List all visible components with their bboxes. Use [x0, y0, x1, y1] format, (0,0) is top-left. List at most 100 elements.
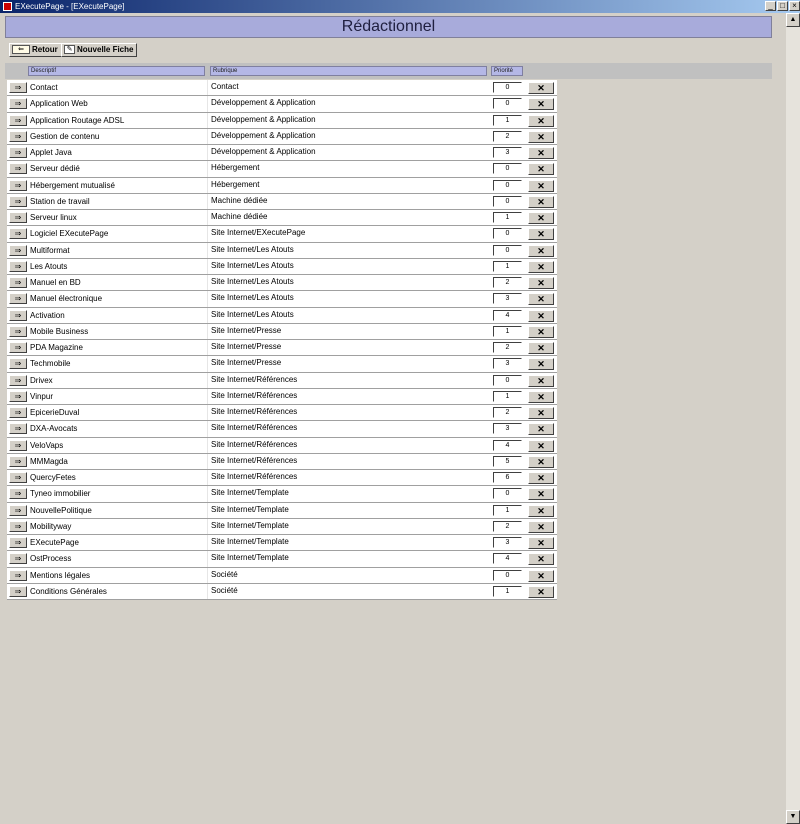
edit-arrow-icon[interactable]: ⇒ [9, 195, 27, 207]
delete-x-icon[interactable]: ✕ [528, 520, 554, 533]
scroll-down-icon[interactable]: ▼ [786, 810, 800, 824]
priorite-field[interactable]: 0 [493, 98, 522, 110]
edit-arrow-icon[interactable]: ⇒ [9, 537, 27, 548]
edit-arrow-icon[interactable]: ⇒ [9, 244, 27, 256]
priorite-field[interactable]: 1 [493, 260, 522, 272]
priorite-field[interactable]: 3 [493, 537, 522, 548]
delete-x-icon[interactable]: ✕ [528, 309, 554, 322]
delete-x-icon[interactable]: ✕ [528, 179, 554, 192]
edit-arrow-icon[interactable]: ⇒ [9, 82, 27, 93]
priorite-field[interactable]: 4 [493, 553, 522, 565]
retour-button[interactable]: ⇐ Retour [9, 43, 62, 57]
delete-x-icon[interactable]: ✕ [528, 195, 554, 208]
priorite-field[interactable]: 0 [493, 228, 522, 240]
scroll-up-icon[interactable]: ▲ [786, 13, 800, 27]
priorite-field[interactable]: 0 [493, 163, 522, 175]
edit-arrow-icon[interactable]: ⇒ [9, 488, 27, 500]
edit-arrow-icon[interactable]: ⇒ [9, 228, 27, 240]
priorite-field[interactable]: 2 [493, 520, 522, 532]
delete-x-icon[interactable]: ✕ [528, 537, 554, 549]
edit-arrow-icon[interactable]: ⇒ [9, 130, 27, 142]
edit-arrow-icon[interactable]: ⇒ [9, 423, 27, 435]
priorite-field[interactable]: 2 [493, 277, 522, 288]
priorite-field[interactable]: 1 [493, 212, 522, 223]
delete-x-icon[interactable]: ✕ [528, 163, 554, 176]
edit-arrow-icon[interactable]: ⇒ [9, 260, 27, 272]
edit-arrow-icon[interactable]: ⇒ [9, 358, 27, 370]
edit-arrow-icon[interactable]: ⇒ [9, 520, 27, 532]
priorite-field[interactable]: 4 [493, 309, 522, 321]
delete-x-icon[interactable]: ✕ [528, 455, 554, 468]
priorite-field[interactable]: 3 [493, 423, 522, 435]
delete-x-icon[interactable]: ✕ [528, 212, 554, 224]
delete-x-icon[interactable]: ✕ [528, 82, 554, 94]
delete-x-icon[interactable]: ✕ [528, 244, 554, 257]
delete-x-icon[interactable]: ✕ [528, 260, 554, 273]
delete-x-icon[interactable]: ✕ [528, 504, 554, 517]
priorite-field[interactable]: 1 [493, 325, 522, 337]
delete-x-icon[interactable]: ✕ [528, 390, 554, 403]
delete-x-icon[interactable]: ✕ [528, 423, 554, 436]
edit-arrow-icon[interactable]: ⇒ [9, 147, 27, 158]
nouvelle-fiche-button[interactable]: ✎ Nouvelle Fiche [61, 43, 138, 57]
priorite-field[interactable]: 0 [493, 82, 522, 93]
edit-arrow-icon[interactable]: ⇒ [9, 504, 27, 516]
priorite-field[interactable]: 0 [493, 488, 522, 500]
priorite-field[interactable]: 3 [493, 147, 522, 158]
priorite-field[interactable]: 0 [493, 179, 522, 191]
priorite-field[interactable]: 4 [493, 439, 522, 451]
edit-arrow-icon[interactable]: ⇒ [9, 407, 27, 418]
priorite-field[interactable]: 3 [493, 358, 522, 370]
priorite-field[interactable]: 3 [493, 293, 522, 305]
delete-x-icon[interactable]: ✕ [528, 277, 554, 289]
priorite-field[interactable]: 0 [493, 244, 522, 256]
delete-x-icon[interactable]: ✕ [528, 407, 554, 419]
priorite-field[interactable]: 1 [493, 390, 522, 402]
priorite-field[interactable]: 0 [493, 195, 522, 207]
edit-arrow-icon[interactable]: ⇒ [9, 325, 27, 337]
priorite-field[interactable]: 5 [493, 455, 522, 467]
delete-x-icon[interactable]: ✕ [528, 439, 554, 452]
priorite-field[interactable]: 0 [493, 569, 522, 581]
priorite-field[interactable]: 1 [493, 504, 522, 516]
priorite-field[interactable]: 0 [493, 374, 522, 386]
priorite-field[interactable]: 2 [493, 342, 522, 353]
edit-arrow-icon[interactable]: ⇒ [9, 553, 27, 565]
column-header-priorite[interactable]: Priorité [491, 66, 523, 76]
edit-arrow-icon[interactable]: ⇒ [9, 293, 27, 305]
delete-x-icon[interactable]: ✕ [528, 98, 554, 111]
edit-arrow-icon[interactable]: ⇒ [9, 390, 27, 402]
edit-arrow-icon[interactable]: ⇒ [9, 277, 27, 288]
delete-x-icon[interactable]: ✕ [528, 585, 554, 598]
delete-x-icon[interactable]: ✕ [528, 553, 554, 566]
edit-arrow-icon[interactable]: ⇒ [9, 98, 27, 110]
edit-arrow-icon[interactable]: ⇒ [9, 342, 27, 353]
delete-x-icon[interactable]: ✕ [528, 472, 554, 484]
column-header-rubrique[interactable]: Rubrique [210, 66, 487, 76]
delete-x-icon[interactable]: ✕ [528, 228, 554, 241]
vertical-scrollbar[interactable]: ▲ ▼ [786, 13, 800, 824]
delete-x-icon[interactable]: ✕ [528, 569, 554, 582]
maximize-button[interactable]: □ [777, 1, 788, 11]
delete-x-icon[interactable]: ✕ [528, 147, 554, 159]
delete-x-icon[interactable]: ✕ [528, 358, 554, 371]
delete-x-icon[interactable]: ✕ [528, 374, 554, 387]
edit-arrow-icon[interactable]: ⇒ [9, 374, 27, 386]
edit-arrow-icon[interactable]: ⇒ [9, 212, 27, 223]
edit-arrow-icon[interactable]: ⇒ [9, 585, 27, 597]
edit-arrow-icon[interactable]: ⇒ [9, 569, 27, 581]
edit-arrow-icon[interactable]: ⇒ [9, 163, 27, 175]
priorite-field[interactable]: 1 [493, 585, 522, 597]
priorite-field[interactable]: 2 [493, 130, 522, 142]
close-button[interactable]: × [789, 1, 800, 11]
delete-x-icon[interactable]: ✕ [528, 325, 554, 338]
priorite-field[interactable]: 1 [493, 114, 522, 126]
minimize-button[interactable]: _ [765, 1, 776, 11]
edit-arrow-icon[interactable]: ⇒ [9, 455, 27, 467]
edit-arrow-icon[interactable]: ⇒ [9, 114, 27, 126]
edit-arrow-icon[interactable]: ⇒ [9, 439, 27, 451]
delete-x-icon[interactable]: ✕ [528, 130, 554, 143]
edit-arrow-icon[interactable]: ⇒ [9, 472, 27, 483]
delete-x-icon[interactable]: ✕ [528, 342, 554, 354]
delete-x-icon[interactable]: ✕ [528, 293, 554, 306]
